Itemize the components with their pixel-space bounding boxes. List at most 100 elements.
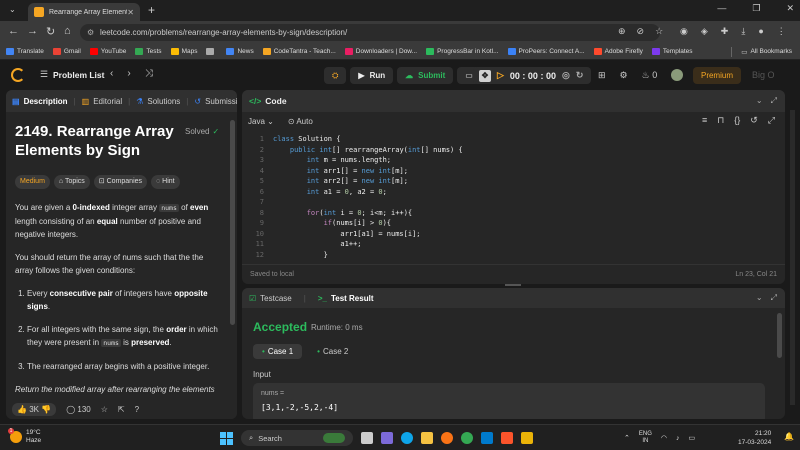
submit-button[interactable]: ☁ Submit xyxy=(397,67,454,84)
close-tab-icon[interactable]: ✕ xyxy=(127,8,134,17)
debug-button[interactable]: ⛭ xyxy=(324,67,347,84)
next-problem-icon[interactable]: › xyxy=(127,68,130,79)
eye-icon[interactable]: ◎ xyxy=(562,70,570,81)
shuffle-icon[interactable]: ⤨ xyxy=(145,68,153,79)
leetcode-logo-icon[interactable] xyxy=(11,68,25,82)
problem-list-link[interactable]: Problem List xyxy=(53,70,104,80)
teams-icon[interactable] xyxy=(381,432,393,444)
code-lines[interactable]: 1 class Solution { 2 public int[] rearran… xyxy=(242,134,785,260)
run-button[interactable]: ▶ Run xyxy=(350,67,394,84)
battery-icon[interactable]: ▭ xyxy=(689,434,696,442)
forward-icon[interactable]: → xyxy=(27,25,38,37)
bookmark-item[interactable]: ProPeers: Connect A... xyxy=(507,48,585,55)
chrome-icon[interactable] xyxy=(461,432,473,444)
bookmark-item[interactable]: Maps xyxy=(170,48,197,55)
edge-icon[interactable] xyxy=(401,432,413,444)
bookmark-item[interactable]: YouTube xyxy=(89,48,126,55)
task-view-icon[interactable] xyxy=(361,432,373,444)
tab-testcase[interactable]: ☑ Testcase xyxy=(249,294,292,303)
hint-tag[interactable]: ◌ Hint xyxy=(151,175,180,189)
bookmark-item[interactable] xyxy=(206,48,217,55)
timer-play-icon[interactable]: ▷ xyxy=(497,70,504,81)
difficulty-tag[interactable]: Medium xyxy=(15,175,50,189)
tab-search-icon[interactable]: ⌄ xyxy=(9,5,16,14)
shield-icon[interactable]: ◈ xyxy=(701,26,708,37)
drag-handle-icon[interactable]: ✥ xyxy=(479,69,491,82)
language-select[interactable]: Java ⌄ xyxy=(248,117,274,126)
profile-icon[interactable]: ● xyxy=(758,26,763,37)
tab-solutions[interactable]: ⚗ Solutions xyxy=(130,90,186,112)
back-icon[interactable]: ← xyxy=(8,25,19,37)
fullscreen-icon[interactable]: ⤢ xyxy=(768,115,775,126)
like-button[interactable]: 👍 3K 👎 xyxy=(12,402,57,416)
thumbs-down-icon[interactable]: 👎 xyxy=(41,405,51,414)
windows-start-icon[interactable] xyxy=(220,431,233,445)
download-icon[interactable]: ⤓ xyxy=(741,26,745,37)
tab-description[interactable]: ▤ Description xyxy=(6,90,74,112)
premium-button[interactable]: Premium xyxy=(693,67,741,84)
maximize-panel-icon[interactable]: ⤢ xyxy=(771,96,777,106)
bookmark-item[interactable]: Translate xyxy=(6,48,44,55)
minimize-result-icon[interactable]: ⌄ xyxy=(756,293,763,303)
maximize-result-icon[interactable]: ⤢ xyxy=(771,293,777,303)
layout-icon[interactable]: ⊞ xyxy=(598,70,606,81)
bookmark-item[interactable]: Templates xyxy=(651,48,693,55)
tab-test-result[interactable]: >_ Test Result xyxy=(318,294,374,303)
wifi-icon[interactable]: ◠ xyxy=(661,434,667,442)
url-input[interactable]: ⚙ leetcode.com/problems/rearrange-array-… xyxy=(80,24,660,41)
bookmark-icon[interactable]: ⊓ xyxy=(717,115,724,126)
result-scrollbar[interactable] xyxy=(777,313,782,358)
braces-icon[interactable]: {} xyxy=(734,115,740,126)
puzzle-icon[interactable]: ✚ xyxy=(721,26,729,37)
bookmark-item[interactable]: Tests xyxy=(135,48,162,55)
bookmark-item[interactable]: Gmail xyxy=(52,48,81,55)
share-icon[interactable]: ⇱ xyxy=(118,405,125,414)
all-bookmarks[interactable]: ▭ All Bookmarks xyxy=(741,48,792,56)
undo-icon[interactable]: ↺ xyxy=(750,115,758,126)
maximize-icon[interactable]: ❐ xyxy=(752,3,760,14)
browser-tab-leetcode[interactable]: Rearrange Array Elements by Si ✕ xyxy=(28,3,140,21)
page-scrollbar[interactable] xyxy=(790,110,795,405)
star-icon[interactable]: ☆ xyxy=(655,26,663,37)
minimize-panel-icon[interactable]: ⌄ xyxy=(756,96,763,106)
horizontal-resizer[interactable] xyxy=(505,284,521,286)
description-scrollbar[interactable] xyxy=(230,120,235,325)
bookmark-item[interactable]: CodeTantra - Teach... xyxy=(262,48,336,55)
close-window-icon[interactable]: ✕ xyxy=(786,3,794,14)
companies-tag[interactable]: ⊡ Companies xyxy=(93,175,148,189)
menu-lines-icon[interactable]: ≡ xyxy=(702,115,707,126)
auto-mode-toggle[interactable]: ⊙ Auto xyxy=(288,117,313,126)
case-1-tab[interactable]: • Case 1 xyxy=(253,344,303,359)
sticky-notes-icon[interactable] xyxy=(521,432,533,444)
menu-icon[interactable]: ⋮ xyxy=(777,26,786,37)
site-info-icon[interactable]: ⚙ xyxy=(87,24,94,41)
tab-submissions[interactable]: ↺ Submissions xyxy=(188,90,237,112)
extension-icon[interactable]: ◉ xyxy=(680,26,688,37)
minimize-icon[interactable]: — xyxy=(717,3,726,14)
avatar[interactable] xyxy=(671,69,684,81)
prev-problem-icon[interactable]: ‹ xyxy=(110,68,113,79)
timer-widget[interactable]: ✥ ▷ 00 : 00 : 00 ◎ ↻ xyxy=(473,67,591,84)
bookmark-item[interactable]: Downloaders | Dow... xyxy=(344,48,417,55)
bookmark-item[interactable]: News xyxy=(226,48,254,55)
zoom-icon[interactable]: ⊕ xyxy=(618,26,626,37)
comments-button[interactable]: ◯ 130 xyxy=(66,405,91,414)
streak[interactable]: ♨ 0 xyxy=(642,70,658,81)
home-icon[interactable]: ⌂ xyxy=(64,25,71,37)
volume-icon[interactable]: ♪ xyxy=(676,435,680,442)
taskbar-search[interactable]: ⌕ Search xyxy=(241,430,353,446)
file-explorer-icon[interactable] xyxy=(421,432,433,444)
new-tab-icon[interactable]: + xyxy=(148,3,155,17)
reset-icon[interactable]: ↻ xyxy=(576,70,584,81)
bookmark-item[interactable]: Adobe Firefly xyxy=(593,48,643,55)
brave-icon[interactable] xyxy=(501,432,513,444)
panel-resizer[interactable] xyxy=(237,90,241,419)
language-indicator[interactable]: ENG IN xyxy=(639,431,652,445)
favorite-star-icon[interactable]: ☆ xyxy=(101,405,108,414)
vscode-icon[interactable] xyxy=(481,432,493,444)
case-2-tab[interactable]: • Case 2 xyxy=(308,344,357,359)
reload-icon[interactable]: ↻ xyxy=(46,25,55,38)
notification-bell-icon[interactable]: 🔔 xyxy=(784,432,794,441)
tab-editorial[interactable]: ▥ Editorial xyxy=(76,90,128,112)
tray-chevron-icon[interactable]: ⌃ xyxy=(624,434,630,442)
